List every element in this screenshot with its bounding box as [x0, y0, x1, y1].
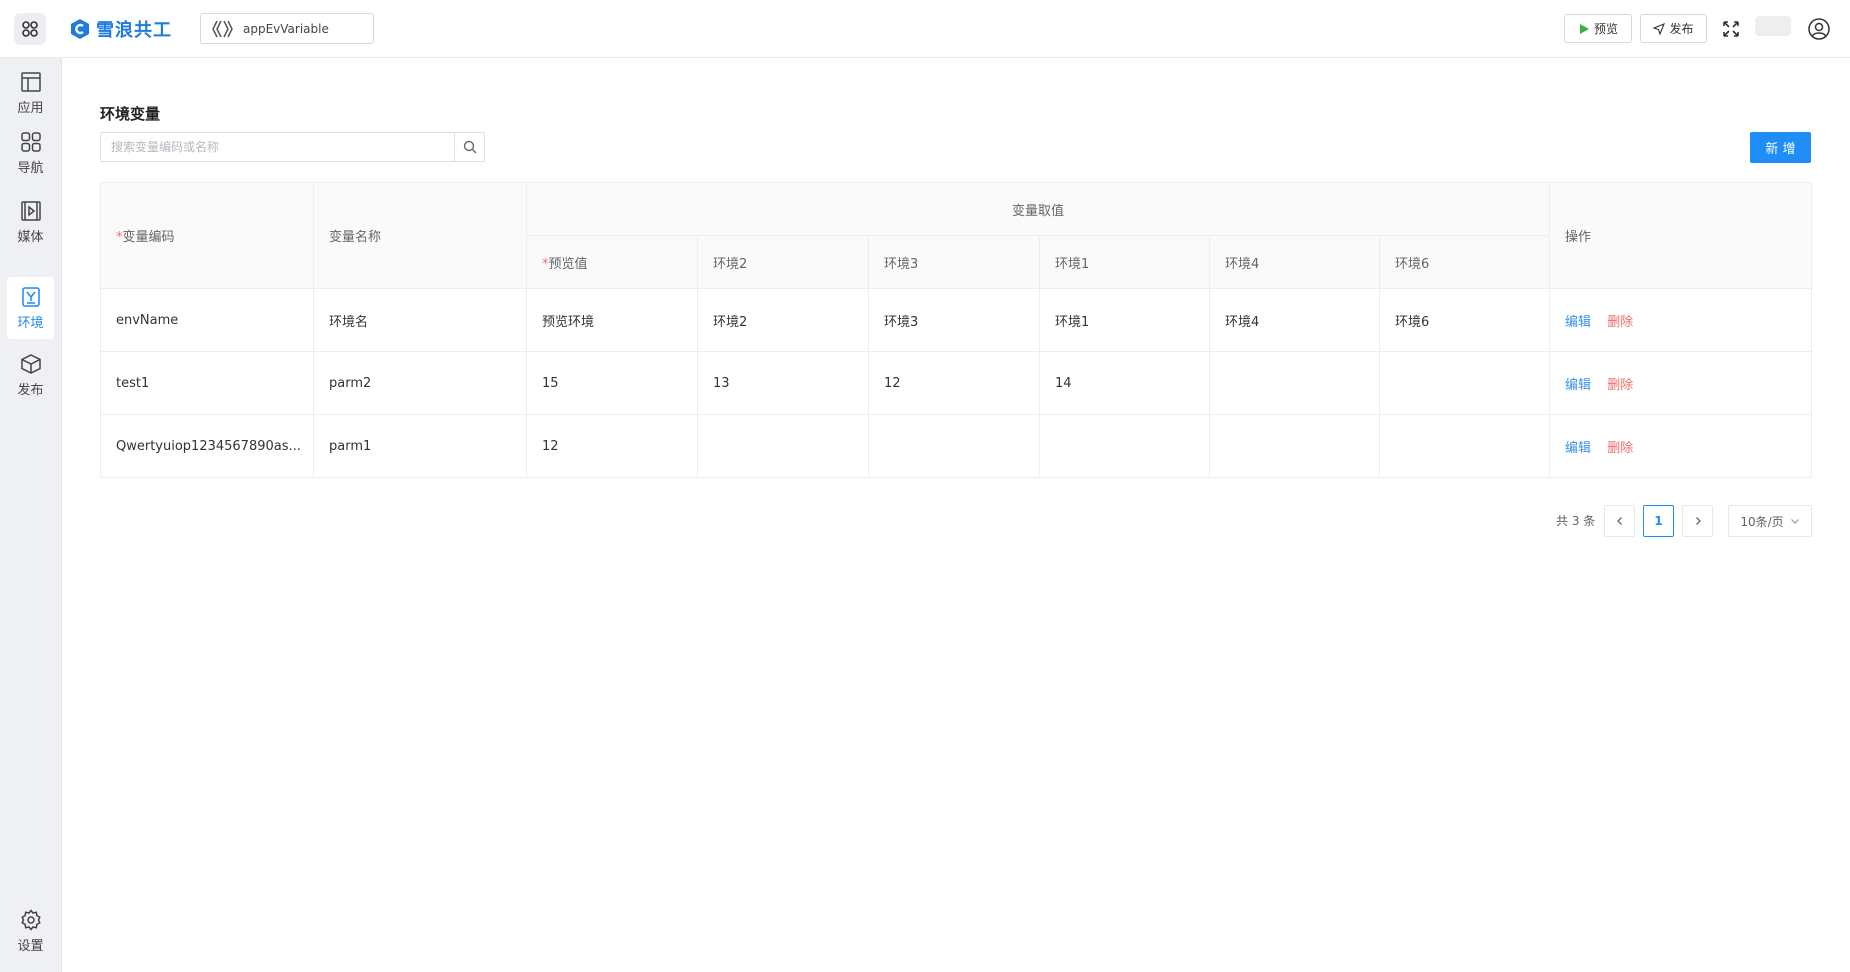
main-content: 环境变量 新 增 *变量编码 变量名称 变量取值 操作: [62, 58, 1850, 972]
media-icon: [20, 200, 41, 221]
row-actions: 编辑 删除: [1549, 351, 1813, 415]
apps-menu-button[interactable]: [14, 13, 46, 45]
grid-icon: [20, 131, 41, 152]
search-icon: [463, 140, 476, 154]
env-icon: [21, 286, 40, 307]
add-button[interactable]: 新 增: [1750, 132, 1811, 163]
page-size-select[interactable]: 10条/页: [1728, 505, 1812, 537]
app-name: appEvVariable: [243, 21, 329, 36]
prev-page-button[interactable]: [1604, 505, 1635, 537]
header-preview: *预览值: [526, 235, 698, 289]
sidebar: 应用 导航 媒体 环境 发布 设置: [0, 58, 62, 972]
fullscreen-icon[interactable]: [1722, 20, 1740, 38]
chevron-down-icon: [1790, 519, 1799, 524]
search-button[interactable]: [454, 133, 484, 161]
play-icon: [1579, 23, 1589, 34]
blurred-username: [1755, 16, 1791, 36]
edit-button[interactable]: 编辑: [1565, 315, 1591, 330]
sidebar-item-settings[interactable]: 设置: [7, 900, 54, 962]
send-icon: [1653, 22, 1666, 35]
sidebar-item-env[interactable]: 环境: [7, 277, 54, 339]
header-values-group: 变量取值: [525, 182, 1551, 236]
sidebar-item-media[interactable]: 媒体: [7, 191, 54, 253]
table-row: Qwertyuiop1234567890as... parm1 12 编辑 删除: [100, 414, 1813, 478]
chevron-right-icon: [1695, 517, 1701, 525]
header-env3: 环境3: [868, 235, 1040, 289]
command-icon: [22, 21, 38, 37]
search-box: [100, 132, 485, 162]
header-env6: 环境6: [1378, 235, 1551, 289]
sidebar-item-nav[interactable]: 导航: [7, 122, 54, 184]
header-ops: 操作: [1549, 182, 1813, 289]
chevron-left-icon: [1616, 517, 1622, 525]
header-env1: 环境1: [1039, 235, 1210, 289]
brand-name: 雪浪共工: [96, 20, 172, 41]
header-code: *变量编码: [100, 182, 314, 289]
table-row: test1 parm2 15 13 12 14 编辑 删除: [100, 351, 1813, 415]
edit-button[interactable]: 编辑: [1565, 378, 1591, 393]
gear-icon: [20, 908, 41, 931]
page-title: 环境变量: [100, 105, 161, 123]
row-actions: 编辑 删除: [1549, 414, 1813, 478]
pagination-total: 共 3 条: [1556, 514, 1596, 528]
box-icon: [20, 353, 41, 374]
row-actions: 编辑 删除: [1549, 288, 1813, 352]
logo-icon: [71, 19, 89, 39]
user-avatar-icon[interactable]: [1808, 18, 1830, 40]
layout-icon: [20, 71, 41, 92]
variables-table: *变量编码 变量名称 变量取值 操作 *预览值 环境2 环境3 环境1 环境4 …: [100, 182, 1813, 478]
preview-button[interactable]: 预览: [1564, 14, 1632, 43]
header-name: 变量名称: [313, 182, 527, 289]
page-number-button[interactable]: 1: [1643, 505, 1674, 537]
brand-logo[interactable]: 雪浪共工: [70, 15, 172, 43]
publish-button[interactable]: 发布: [1640, 14, 1707, 43]
header-env2: 环境2: [697, 235, 869, 289]
app-icon: [212, 20, 233, 37]
delete-button[interactable]: 删除: [1607, 378, 1633, 393]
table-row: envName 环境名 预览环境 环境2 环境3 环境1 环境4 环境6 编辑 …: [100, 288, 1813, 352]
app-selector[interactable]: appEvVariable: [200, 13, 374, 44]
next-page-button[interactable]: [1682, 505, 1713, 537]
top-bar: 雪浪共工 appEvVariable 预览 发布: [0, 0, 1850, 58]
header-env4: 环境4: [1209, 235, 1380, 289]
delete-button[interactable]: 删除: [1607, 441, 1633, 456]
delete-button[interactable]: 删除: [1607, 315, 1633, 330]
sidebar-item-publish[interactable]: 发布: [7, 344, 54, 406]
sidebar-item-app[interactable]: 应用: [7, 62, 54, 124]
search-input[interactable]: [101, 133, 454, 161]
edit-button[interactable]: 编辑: [1565, 441, 1591, 456]
